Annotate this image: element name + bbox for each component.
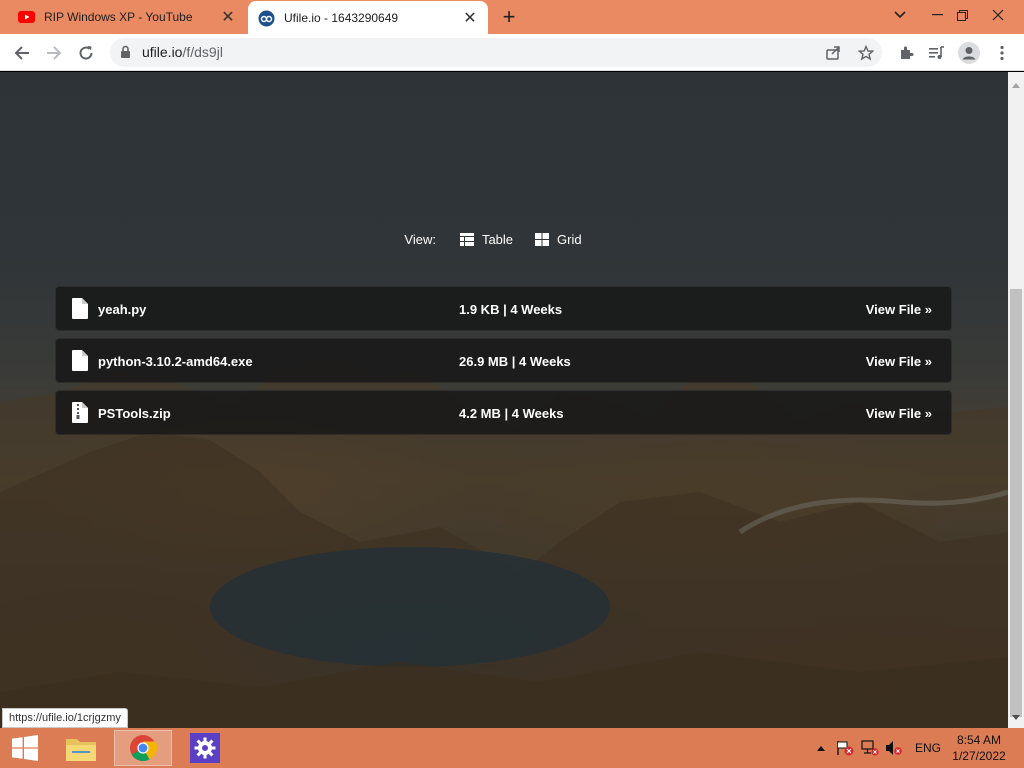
windows-logo-icon bbox=[12, 735, 38, 761]
view-grid-button[interactable]: Grid bbox=[535, 232, 582, 247]
new-tab-button[interactable]: + bbox=[496, 4, 522, 29]
view-file-link[interactable]: View File » bbox=[866, 302, 932, 317]
tab-title: Ufile.io - 1643290649 bbox=[284, 11, 399, 25]
table-icon bbox=[459, 232, 474, 246]
page-scrollbar[interactable] bbox=[1008, 72, 1024, 728]
input-language-indicator[interactable]: ENG bbox=[910, 728, 946, 768]
start-button[interactable] bbox=[0, 730, 50, 766]
show-hidden-icons-icon[interactable] bbox=[812, 728, 830, 768]
file-row[interactable]: python-3.10.2-amd64.exe 26.9 MB | 4 Week… bbox=[55, 338, 952, 383]
network-icon[interactable] bbox=[858, 728, 882, 768]
url-path: /f/ds9jl bbox=[182, 44, 223, 60]
file-name[interactable]: PSTools.zip bbox=[98, 406, 171, 421]
ufile-icon bbox=[258, 10, 275, 27]
page-content: View: Table Grid yeah.py 1.9 KB | 4 Week… bbox=[0, 72, 1008, 728]
volume-muted-icon[interactable] bbox=[882, 728, 906, 768]
restore-button[interactable] bbox=[944, 0, 980, 30]
menu-kebab-icon[interactable] bbox=[988, 39, 1016, 67]
file-meta: 26.9 MB | 4 Weeks bbox=[459, 354, 571, 369]
lock-icon[interactable] bbox=[120, 45, 131, 64]
chrome-taskbar-button[interactable] bbox=[114, 730, 172, 766]
file-name[interactable]: yeah.py bbox=[98, 302, 146, 317]
close-window-button[interactable] bbox=[980, 0, 1016, 30]
tab-title: RIP Windows XP - YouTube bbox=[44, 10, 193, 24]
file-icon bbox=[72, 298, 88, 322]
file-meta: 1.9 KB | 4 Weeks bbox=[459, 302, 563, 317]
file-name[interactable]: python-3.10.2-amd64.exe bbox=[98, 354, 253, 369]
close-tab-icon[interactable]: ✕ bbox=[216, 5, 240, 29]
extensions-icon[interactable] bbox=[892, 39, 920, 67]
link-preview-status: https://ufile.io/1crjgzmy bbox=[2, 708, 128, 728]
view-label: View: bbox=[404, 231, 436, 247]
file-row[interactable]: PSTools.zip 4.2 MB | 4 Weeks View File » bbox=[55, 390, 952, 435]
browser-toolbar: ufile.io/f/ds9jl bbox=[0, 34, 1024, 71]
action-center-flag-icon[interactable] bbox=[834, 728, 856, 768]
file-icon bbox=[72, 350, 88, 374]
file-meta: 4.2 MB | 4 Weeks bbox=[459, 406, 564, 421]
folder-icon bbox=[66, 739, 96, 761]
zip-file-icon bbox=[72, 402, 88, 426]
address-bar[interactable]: ufile.io/f/ds9jl bbox=[110, 38, 882, 67]
profile-avatar-icon[interactable] bbox=[955, 39, 983, 67]
gear-icon bbox=[190, 733, 220, 763]
forward-button[interactable] bbox=[40, 39, 68, 67]
url-text: ufile.io/f/ds9jl bbox=[142, 44, 223, 60]
view-file-link[interactable]: View File » bbox=[866, 354, 932, 369]
media-control-icon[interactable] bbox=[923, 39, 951, 67]
view-table-button[interactable]: Table bbox=[459, 231, 514, 247]
share-icon[interactable] bbox=[823, 43, 843, 63]
scroll-down-arrow-icon[interactable] bbox=[1012, 707, 1020, 725]
scrollbar-thumb[interactable] bbox=[1010, 289, 1022, 717]
reload-button[interactable] bbox=[72, 39, 100, 67]
view-file-link[interactable]: View File » bbox=[866, 406, 932, 421]
clock-date: 1/27/2022 bbox=[952, 749, 1006, 763]
file-explorer-taskbar-button[interactable] bbox=[52, 730, 110, 766]
tab-youtube[interactable]: RIP Windows XP - YouTube ✕ bbox=[8, 0, 246, 34]
chrome-icon bbox=[130, 735, 157, 762]
tab-strip: RIP Windows XP - YouTube ✕ Ufile.io - 16… bbox=[0, 0, 1024, 35]
bookmark-star-icon[interactable] bbox=[856, 43, 876, 63]
grid-icon bbox=[535, 232, 550, 246]
view-switcher: View: Table Grid bbox=[0, 229, 1008, 249]
file-row[interactable]: yeah.py 1.9 KB | 4 Weeks View File » bbox=[55, 286, 952, 331]
view-table-label: Table bbox=[481, 231, 514, 247]
youtube-icon bbox=[18, 9, 35, 26]
clock-time: 8:54 AM bbox=[956, 733, 1002, 747]
windows-taskbar: ENG 8:54 AM 1/27/2022 bbox=[0, 728, 1024, 768]
view-grid-label: Grid bbox=[557, 231, 582, 247]
close-tab-icon[interactable]: ✕ bbox=[458, 6, 482, 30]
tab-search-icon[interactable] bbox=[882, 0, 918, 30]
tab-ufile[interactable]: Ufile.io - 1643290649 ✕ bbox=[248, 1, 488, 35]
back-button[interactable] bbox=[8, 39, 36, 67]
url-host: ufile.io bbox=[142, 44, 183, 60]
system-clock[interactable]: 8:54 AM 1/27/2022 bbox=[948, 732, 1010, 764]
scroll-up-arrow-icon[interactable] bbox=[1012, 75, 1020, 93]
settings-taskbar-button[interactable] bbox=[176, 730, 234, 766]
